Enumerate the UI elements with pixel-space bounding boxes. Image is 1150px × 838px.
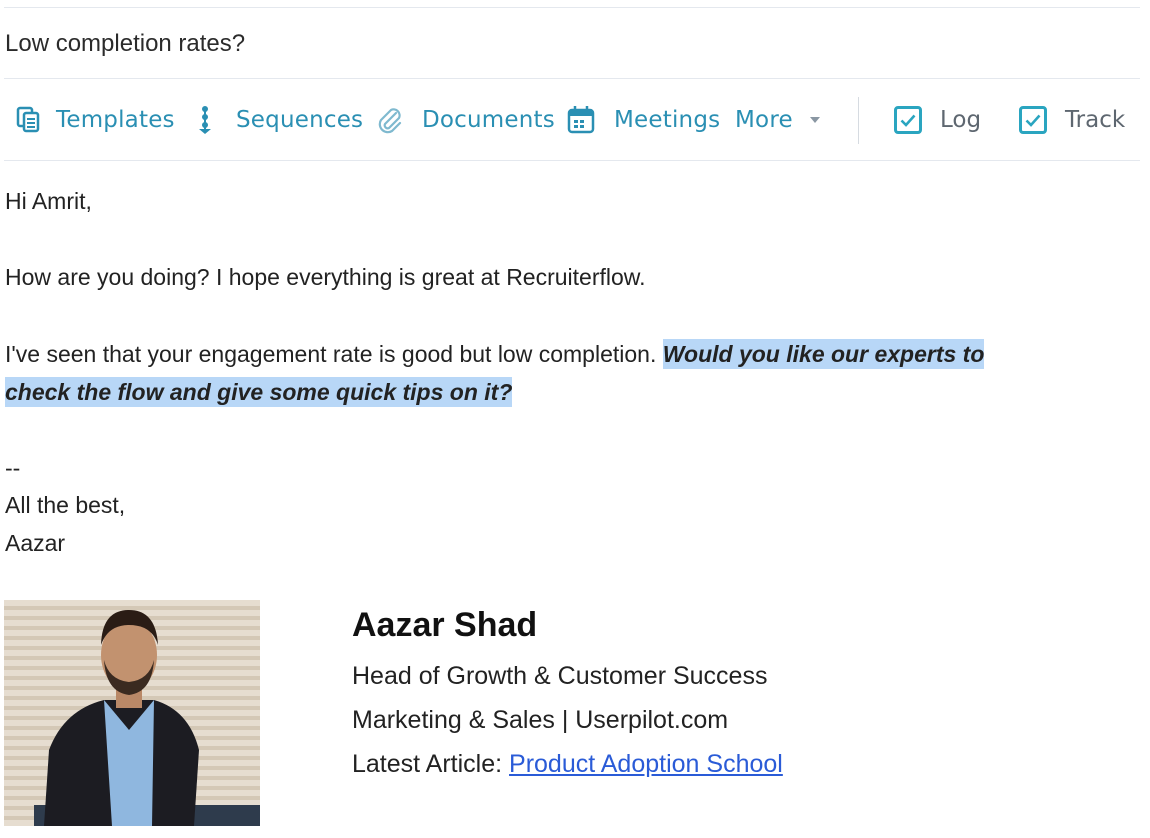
log-label: Log	[940, 107, 982, 133]
signature-title: Head of Growth & Customer Success	[352, 662, 768, 690]
calendar-icon	[567, 105, 595, 135]
checkmark-icon	[1019, 106, 1047, 134]
paperclip-icon	[376, 105, 404, 135]
top-divider	[4, 7, 1140, 8]
closing: All the best,	[5, 492, 126, 518]
sequences-button[interactable]: Sequences	[196, 95, 363, 145]
signature-article: Latest Article: Product Adoption School	[352, 750, 783, 779]
subject-divider	[4, 78, 1140, 79]
body-paragraph-2: I've seen that your engagement rate is g…	[5, 335, 1135, 411]
body-line-1: How are you doing? I hope everything is …	[5, 264, 646, 290]
signature-name: Aazar Shad	[352, 606, 538, 644]
toolbar-divider	[4, 160, 1140, 161]
meetings-button[interactable]: Meetings	[567, 95, 720, 145]
article-link[interactable]: Product Adoption School	[509, 750, 783, 778]
sender-name: Aazar	[5, 530, 66, 556]
compose-toolbar: Templates Sequences Documents Meetings M…	[0, 95, 1150, 145]
track-checkbox[interactable]: Track	[1019, 95, 1125, 145]
highlighted-text[interactable]: Would you like our experts to	[662, 339, 985, 369]
signature-photo	[4, 600, 260, 826]
track-label: Track	[1065, 107, 1126, 133]
templates-button[interactable]: Templates	[16, 95, 175, 145]
signature-department: Marketing & Sales | Userpilot.com	[352, 706, 729, 734]
email-subject[interactable]: Low completion rates?	[5, 30, 245, 58]
more-dropdown[interactable]: More	[735, 95, 821, 145]
toolbar-separator	[858, 97, 859, 144]
checkmark-icon	[894, 106, 922, 134]
more-label: More	[735, 107, 793, 133]
signature-dashes: --	[5, 455, 21, 481]
sequences-label: Sequences	[236, 107, 364, 133]
log-checkbox[interactable]: Log	[894, 95, 981, 145]
documents-label: Documents	[422, 107, 555, 133]
caret-down-icon	[809, 116, 821, 124]
meetings-label: Meetings	[614, 107, 721, 133]
templates-icon	[16, 106, 42, 134]
greeting: Hi Amrit,	[5, 188, 92, 214]
templates-label: Templates	[56, 107, 175, 133]
highlighted-text-continued[interactable]: check the flow and give some quick tips …	[5, 377, 513, 407]
body-line-2-text: I've seen that your engagement rate is g…	[5, 341, 663, 367]
sequences-icon	[196, 105, 214, 135]
documents-button[interactable]: Documents	[376, 95, 555, 145]
article-label: Latest Article:	[352, 750, 510, 778]
